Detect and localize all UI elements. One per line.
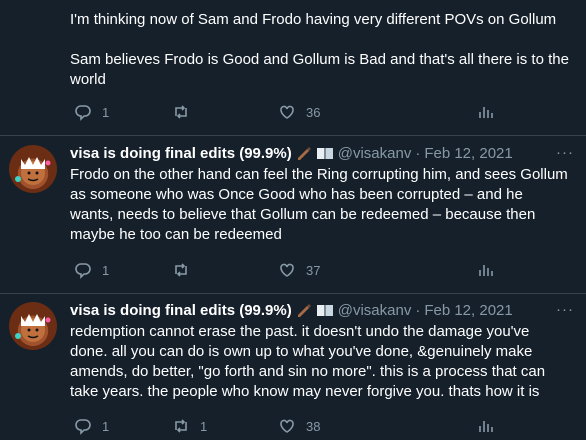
timestamp[interactable]: Feb 12, 2021 [424, 145, 512, 162]
writing-hand-emoji [296, 301, 312, 323]
retweet-button[interactable]: 1 [172, 416, 207, 436]
tweet-actions: 1 37 [70, 260, 570, 280]
avatar-image [15, 157, 51, 185]
dot-separator: · [415, 145, 421, 162]
reply-button[interactable]: 1 [74, 102, 109, 122]
avatar-image [15, 314, 51, 342]
more-button[interactable]: ··· [556, 301, 574, 318]
reply-icon [75, 263, 91, 279]
tweet-actions: 1 36 [70, 102, 570, 122]
retweet-icon [175, 263, 187, 277]
heart-icon [280, 105, 294, 119]
analytics-icon [479, 421, 493, 432]
analytics-icon [479, 107, 493, 118]
tweet-text-1a: I'm thinking now of Sam and Frodo having… [70, 11, 557, 28]
handle[interactable]: @visakanv [338, 145, 412, 162]
like-count: 38 [306, 418, 321, 434]
retweet-button[interactable] [172, 102, 200, 122]
tweet-3[interactable]: visa is doing final edits (99.9%) @visaka… [0, 294, 586, 440]
dot-separator: · [415, 302, 421, 319]
writing-hand-emoji [296, 144, 312, 166]
open-book-emoji [316, 303, 334, 323]
reply-icon [75, 419, 91, 435]
analytics-button[interactable] [476, 102, 494, 122]
handle[interactable]: @visakanv [338, 302, 412, 319]
analytics-icon [479, 265, 493, 276]
retweet-icon [175, 105, 187, 119]
tweet-header: visa is doing final edits (99.9%) @visaka… [70, 301, 513, 323]
timestamp[interactable]: Feb 12, 2021 [424, 302, 512, 319]
heart-icon [280, 419, 294, 433]
open-book-emoji [316, 146, 334, 166]
analytics-button[interactable] [476, 416, 494, 436]
display-name[interactable]: visa is doing final edits (99.9%) [70, 302, 292, 319]
reply-icon [75, 105, 91, 121]
reply-count: 1 [102, 104, 110, 120]
tweet-text: redemption cannot erase the past. it doe… [70, 323, 546, 400]
tweet-2[interactable]: visa is doing final edits (99.9%) @visaka… [0, 136, 586, 294]
like-button[interactable]: 38 [278, 416, 320, 436]
heart-icon [280, 263, 294, 277]
reply-count: 1 [102, 262, 110, 278]
analytics-button[interactable] [476, 260, 494, 280]
reply-button[interactable]: 1 [74, 416, 109, 436]
reply-button[interactable]: 1 [74, 260, 109, 280]
tweet-1[interactable]: I'm thinking now of Sam and Frodo having… [0, 0, 586, 130]
more-button[interactable]: ··· [556, 144, 574, 161]
retweet-icon [175, 419, 187, 433]
retweet-button[interactable] [172, 260, 200, 280]
like-count: 37 [306, 262, 321, 278]
like-button[interactable]: 37 [278, 260, 320, 280]
like-button[interactable]: 36 [278, 102, 320, 122]
avatar[interactable] [9, 302, 57, 350]
reply-count: 1 [102, 418, 110, 434]
tweet-text-1b: Sam believes Frodo is Good and Gollum is… [70, 51, 569, 88]
like-count: 36 [306, 104, 321, 120]
tweet-actions: 1 1 38 [70, 416, 570, 436]
avatar[interactable] [9, 145, 57, 193]
display-name[interactable]: visa is doing final edits (99.9%) [70, 145, 292, 162]
tweet-header: visa is doing final edits (99.9%) @visaka… [70, 144, 513, 166]
retweet-count: 1 [200, 418, 208, 434]
tweet-text: Frodo on the other hand can feel the Rin… [70, 166, 568, 243]
